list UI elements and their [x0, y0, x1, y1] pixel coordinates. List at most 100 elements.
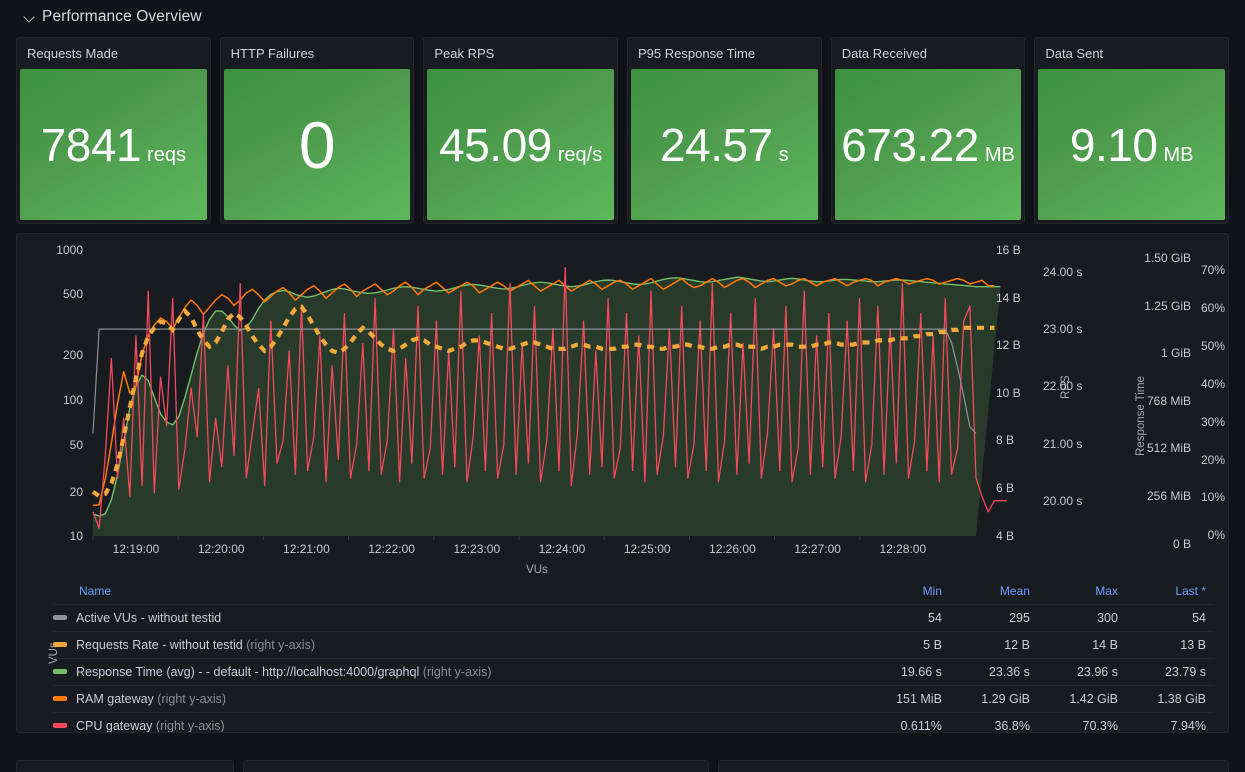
legend-row[interactable]: Active VUs - without testid 54 295 300 54	[53, 604, 1214, 632]
stat-panel[interactable]: Data Received 673.22 MB	[830, 37, 1026, 224]
stat-unit: req/s	[557, 143, 603, 166]
stat-panel-title: Peak RPS	[424, 38, 618, 69]
stat-value: 9.10	[1069, 118, 1158, 171]
legend-axis-note: (right y-axis)	[246, 638, 315, 652]
next-panel-2[interactable]	[243, 760, 709, 772]
x-axis-tick: 12:26:00	[709, 542, 756, 556]
stat-unit: s	[778, 143, 789, 166]
legend-last: 13 B	[1125, 631, 1214, 659]
stat-panel-title: Data Received	[831, 38, 1025, 69]
y-axis-tick-rps: 4 B	[996, 528, 1015, 543]
y-axis-tick-rps: 16 B	[996, 243, 1021, 257]
stat-value: 24.57	[660, 118, 773, 171]
legend-max: 300	[1037, 604, 1126, 632]
stat-value-group: 9.10 MB	[1070, 122, 1194, 168]
y-axis-tick-cpu: 60%	[1200, 300, 1225, 315]
stat-panel-body: 9.10 MB	[1038, 69, 1226, 220]
legend-color-swatch[interactable]	[53, 669, 67, 675]
stat-panel[interactable]: Peak RPS 45.09 req/s	[423, 37, 619, 224]
stat-panel-body: 24.57 s	[631, 69, 818, 220]
legend-col-name[interactable]: Name	[53, 579, 866, 605]
stat-panel[interactable]: P95 Response Time 24.57 s	[627, 37, 822, 224]
y-axis-tick-memory: 1.50 GiB	[1144, 251, 1191, 265]
dashboard-section-header[interactable]: Performance Overview	[0, 0, 1245, 34]
stat-value-group: 45.09 req/s	[439, 122, 602, 168]
y-axis-tick-response-time: 22.00 s	[1043, 379, 1083, 394]
stat-panel[interactable]: Requests Made 7841 reqs	[16, 37, 211, 224]
next-panel-1[interactable]	[16, 760, 234, 772]
stat-value: 7841	[40, 118, 142, 171]
legend-header-row: Name Min Mean Max Last *	[53, 579, 1214, 605]
y-axis-tick-vus: 50	[69, 438, 83, 452]
y-axis-tick-rps: 12 B	[996, 338, 1021, 353]
stat-panel-body: 673.22 MB	[834, 69, 1022, 220]
timeseries-chart[interactable]	[17, 234, 1228, 579]
legend-color-swatch[interactable]	[53, 642, 67, 648]
legend-series-name-cell[interactable]: Response Time (avg) - - default - http:/…	[53, 658, 866, 686]
legend-min: 54	[865, 604, 950, 632]
legend-color-swatch[interactable]	[53, 615, 67, 621]
x-axis-tick: 12:28:00	[879, 542, 927, 556]
legend-color-swatch[interactable]	[53, 723, 67, 729]
legend-col-max[interactable]: Max	[1037, 579, 1126, 605]
legend-series-name: CPU gateway	[76, 719, 153, 732]
legend-axis-note: (right y-axis)	[157, 692, 227, 706]
timeseries-panel[interactable]: 1000 500 200 100 50 20 10 VUs 16 B 14 B 12 B 10 B8 …	[16, 233, 1229, 733]
stat-panel[interactable]: HTTP Failures 0	[219, 37, 415, 224]
legend-series-name: Response Time (avg) - - default - http:/…	[76, 665, 420, 679]
next-panel-3[interactable]	[718, 760, 1229, 772]
legend-min: 151 MiB	[865, 685, 950, 713]
stat-value: 0	[298, 107, 336, 182]
legend-series-name-cell[interactable]: Active VUs - without testid	[53, 604, 866, 632]
x-axis-tick: 12:20:00	[197, 542, 245, 556]
legend-col-last[interactable]: Last *	[1125, 579, 1214, 605]
stat-panel-body: 7841 reqs	[20, 69, 207, 220]
stat-panel-title: P95 Response Time	[628, 38, 821, 69]
x-axis-ticks	[92, 536, 861, 540]
y-axis-tick-cpu: 0%	[1207, 528, 1225, 543]
y-axis-tick-vus: 100	[62, 393, 83, 407]
stat-value-group: 24.57 s	[660, 122, 789, 168]
legend-table: Name Min Mean Max Last * Active VUs - wi…	[53, 579, 1214, 732]
legend-series-name-cell[interactable]: Requests Rate - without testid (right y-…	[53, 631, 866, 659]
legend-max: 23.96 s	[1037, 658, 1126, 686]
x-axis-tick: 12:19:00	[112, 542, 160, 556]
legend-min: 5 B	[865, 631, 950, 659]
stat-value: 673.22	[841, 118, 979, 171]
legend-row[interactable]: RAM gateway (right y-axis) 151 MiB 1.29 Gi…	[53, 685, 1214, 713]
stat-value: 45.09	[439, 118, 552, 171]
legend-color-swatch[interactable]	[53, 696, 67, 702]
legend-max: 1.42 GiB	[1037, 685, 1126, 713]
x-axis-tick: 12:24:00	[538, 542, 586, 556]
chevron-down-icon[interactable]	[24, 11, 36, 23]
stat-panel[interactable]: Data Sent 9.10 MB	[1034, 37, 1230, 224]
next-panel-row	[16, 760, 1229, 772]
legend-mean: 23.36 s	[949, 658, 1038, 686]
legend-last: 54	[1125, 604, 1214, 632]
legend-max: 14 B	[1037, 631, 1126, 659]
section-title: Performance Overview	[42, 8, 202, 25]
plot-area-wrapper: 1000 500 200 100 50 20 10 VUs 16 B 14 B 12 B 10 B8 …	[17, 234, 1228, 664]
legend-col-min[interactable]: Min	[865, 579, 950, 605]
stat-value-group: 7841 reqs	[41, 122, 186, 168]
legend-last: 23.79 s	[1125, 658, 1214, 686]
legend-max: 70.3%	[1037, 712, 1126, 732]
x-axis-tick: 12:25:00	[623, 542, 671, 556]
y-axis-tick-response-time: 21.00 s	[1043, 436, 1083, 451]
y-axis-tick-cpu: 10%	[1200, 490, 1225, 505]
legend-series-name-cell[interactable]: CPU gateway (right y-axis)	[53, 712, 866, 732]
legend-row[interactable]: Requests Rate - without testid (right y-…	[53, 631, 1214, 659]
y-axis-tick-rps: 6 B	[996, 481, 1015, 495]
legend-col-mean[interactable]: Mean	[949, 579, 1038, 605]
stat-panel-title: Requests Made	[17, 38, 210, 69]
stat-unit: MB	[1163, 143, 1194, 166]
x-axis-tick: 12:27:00	[794, 542, 841, 556]
y-axis-tick-rps: 10 B	[996, 385, 1021, 400]
y-axis-tick-cpu: 40%	[1200, 376, 1225, 391]
y-axis-tick-vus: 200	[62, 348, 83, 362]
legend-row[interactable]: Response Time (avg) - - default - http:/…	[53, 658, 1214, 686]
legend-row[interactable]: CPU gateway (right y-axis) 0.611% 36.8% 70.…	[53, 712, 1214, 732]
legend-min: 19.66 s	[865, 658, 950, 686]
legend-series-name-cell[interactable]: RAM gateway (right y-axis)	[53, 685, 866, 713]
y-axis-tick-rps: 8 B	[996, 433, 1015, 448]
